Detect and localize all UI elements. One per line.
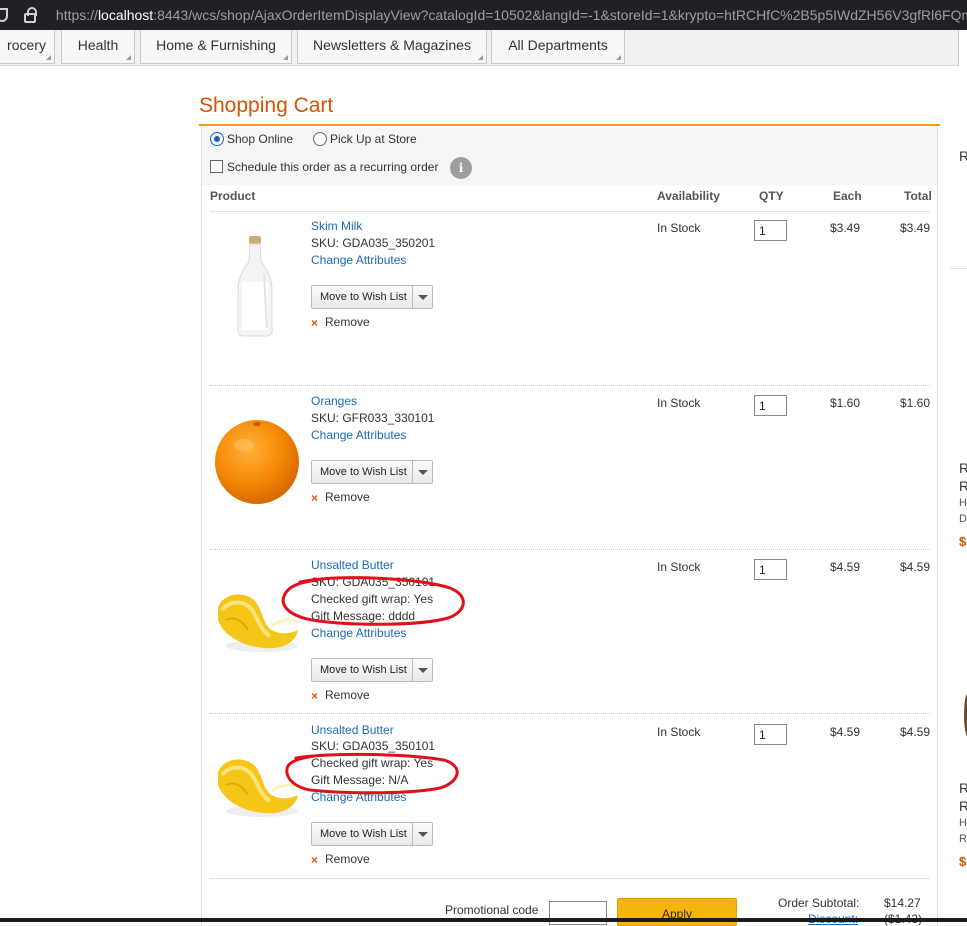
row-divider xyxy=(210,385,930,386)
recommendation-desc: R xyxy=(959,833,967,845)
total-price: $4.59 xyxy=(900,560,931,574)
recommendation-title-line2[interactable]: R xyxy=(959,478,967,494)
browser-url-bar[interactable]: https://localhost:8443/wcs/shop/AjaxOrde… xyxy=(0,0,967,30)
chevron-down-icon[interactable] xyxy=(418,668,428,673)
product-name-link[interactable]: Unsalted Butter xyxy=(311,723,394,737)
recommendation-heading: R xyxy=(959,148,967,164)
quantity-input[interactable]: 1 xyxy=(754,220,787,241)
availability-cell: In Stock xyxy=(657,725,701,739)
nav-tab-overflow xyxy=(958,30,967,66)
total-price: $4.59 xyxy=(900,725,931,739)
pickup-label[interactable]: Pick Up at Store xyxy=(330,132,417,146)
order-subtotal-value: $14.27 xyxy=(884,896,921,910)
each-price: $4.59 xyxy=(830,725,861,739)
move-to-wish-list-button[interactable]: Move to Wish List xyxy=(311,285,433,309)
butter-image xyxy=(218,594,299,652)
department-nav: rocery Health Home & Furnishing Newslett… xyxy=(0,30,967,66)
product-name-link[interactable]: Skim Milk xyxy=(311,219,362,233)
recommendation-title-line2[interactable]: R xyxy=(959,798,967,814)
product-name-link[interactable]: Oranges xyxy=(311,394,357,408)
nav-tab-health[interactable]: Health xyxy=(61,30,135,64)
move-to-wish-list-button[interactable]: Move to Wish List xyxy=(311,822,433,846)
move-to-wish-list-button[interactable]: Move to Wish List xyxy=(311,658,433,682)
row-divider xyxy=(210,713,930,714)
url-text[interactable]: https://localhost:8443/wcs/shop/AjaxOrde… xyxy=(56,7,967,23)
skim-milk-image xyxy=(237,236,273,337)
recommendation-image[interactable] xyxy=(960,690,967,740)
shipping-mode-bar xyxy=(202,127,937,185)
close-icon: × xyxy=(311,689,319,703)
quantity-input[interactable]: 1 xyxy=(754,395,787,416)
product-sku: SKU: GFR033_330101 xyxy=(311,411,435,425)
change-attributes-link[interactable]: Change Attributes xyxy=(311,253,406,267)
shop-online-radio[interactable] xyxy=(210,132,224,146)
butter-image xyxy=(218,759,299,817)
chevron-down-icon[interactable] xyxy=(418,295,428,300)
gift-message-attribute: Gift Message: dddd xyxy=(311,609,416,623)
header-divider xyxy=(210,211,930,212)
each-price: $3.49 xyxy=(830,221,861,235)
product-sku: SKU: GDA035_350201 xyxy=(311,236,436,250)
total-price: $1.60 xyxy=(900,396,931,410)
close-icon: × xyxy=(311,491,319,505)
product-name-link[interactable]: Unsalted Butter xyxy=(311,558,394,572)
nav-tab-grocery[interactable]: rocery xyxy=(0,30,55,64)
chevron-down-icon[interactable] xyxy=(418,470,428,475)
nav-tab-home-furnishing[interactable]: Home & Furnishing xyxy=(140,30,292,64)
lock-icon xyxy=(23,6,37,23)
recurring-order-checkbox[interactable] xyxy=(210,160,223,173)
close-icon: × xyxy=(311,853,319,867)
change-attributes-link[interactable]: Change Attributes xyxy=(311,428,406,442)
chevron-down-icon[interactable] xyxy=(418,832,428,837)
gift-message-attribute: Gift Message: N/A xyxy=(311,773,409,787)
availability-cell: In Stock xyxy=(657,221,701,235)
oranges-image xyxy=(215,420,299,504)
shop-online-label[interactable]: Shop Online xyxy=(227,132,293,146)
recommendation-desc: D xyxy=(959,513,967,525)
change-attributes-link[interactable]: Change Attributes xyxy=(311,790,406,804)
availability-cell: In Stock xyxy=(657,396,701,410)
move-to-wish-list-button[interactable]: Move to Wish List xyxy=(311,460,433,484)
availability-cell: In Stock xyxy=(657,560,701,574)
nav-tab-newsletters[interactable]: Newsletters & Magazines xyxy=(297,30,487,64)
nav-tab-all-departments[interactable]: All Departments xyxy=(491,30,625,64)
total-price: $3.49 xyxy=(900,221,931,235)
product-sku: SKU: GDA035_350101 xyxy=(311,739,436,753)
recommendation-brand: H xyxy=(959,817,967,829)
change-attributes-link[interactable]: Change Attributes xyxy=(311,626,406,640)
page-title: Shopping Cart xyxy=(199,94,334,117)
header-qty: QTY xyxy=(759,189,784,203)
info-icon[interactable]: i xyxy=(450,157,472,179)
quantity-input[interactable]: 1 xyxy=(754,559,787,580)
pickup-radio[interactable] xyxy=(313,132,327,146)
window-bottom-edge xyxy=(0,918,967,922)
recommendation-price: $ xyxy=(959,854,967,869)
recommendation-price: $ xyxy=(959,534,967,549)
each-price: $4.59 xyxy=(830,560,861,574)
row-divider xyxy=(210,549,930,550)
header-product: Product xyxy=(210,189,256,203)
row-divider xyxy=(210,878,930,879)
header-each: Each xyxy=(833,189,862,203)
recommendation-title[interactable]: R xyxy=(959,780,967,796)
gift-wrap-attribute: Checked gift wrap: Yes xyxy=(311,756,434,770)
header-total: Total xyxy=(904,189,932,203)
close-icon: × xyxy=(311,316,319,330)
shield-icon xyxy=(0,8,8,22)
product-sku: SKU: GDA035_350101 xyxy=(311,575,436,589)
recommendation-title[interactable]: R xyxy=(959,460,967,476)
order-subtotal-label: Order Subtotal: xyxy=(778,896,860,910)
recurring-order-label[interactable]: Schedule this order as a recurring order xyxy=(227,160,438,174)
quantity-input[interactable]: 1 xyxy=(754,724,787,745)
each-price: $1.60 xyxy=(830,396,861,410)
promo-code-label: Promotional code xyxy=(445,903,539,917)
gift-wrap-attribute: Checked gift wrap: Yes xyxy=(311,592,434,606)
recommendation-brand: H xyxy=(959,497,967,509)
recommendation-divider xyxy=(950,268,967,269)
header-availability: Availability xyxy=(657,189,720,203)
